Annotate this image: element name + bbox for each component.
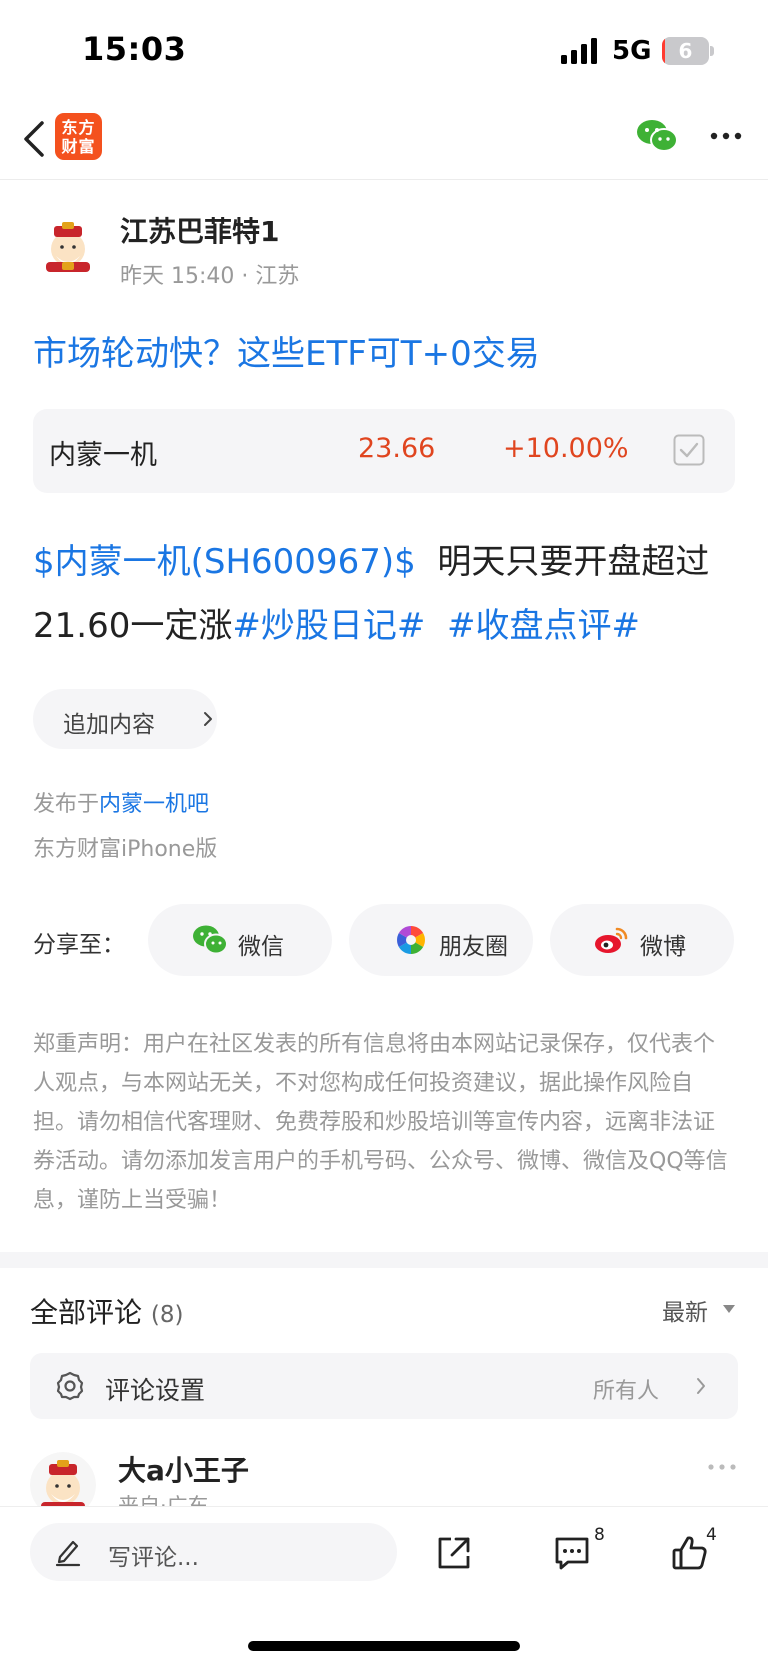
share-wechat-label: 微信 <box>238 934 284 960</box>
commenter-name[interactable]: 大a小王子 <box>118 1449 249 1489</box>
post-platform: 东方财富iPhone版 <box>33 837 218 862</box>
add-content-label: 追加内容 <box>63 712 155 738</box>
wechat-share-icon[interactable] <box>636 118 678 154</box>
share-icon[interactable] <box>434 1533 474 1573</box>
published-prefix: 发布于 <box>33 792 100 817</box>
author-name[interactable]: 江苏巴菲特1 <box>120 210 279 250</box>
pen-icon <box>55 1540 81 1567</box>
post-title[interactable]: 市场轮动快？这些ETF可T+0交易 <box>33 326 540 375</box>
share-wechat-button[interactable]: 微信 <box>148 904 332 976</box>
post-time: 昨天 15:40 <box>120 264 235 289</box>
like-icon[interactable] <box>670 1533 710 1573</box>
add-watchlist-checkbox-icon[interactable] <box>673 434 705 466</box>
nav-bar: 东方财富 <box>0 100 768 180</box>
comment-settings-label: 评论设置 <box>105 1376 206 1405</box>
share-moments-label: 朋友圈 <box>439 934 508 960</box>
post-body: $内蒙一机(SH600967)$ 明天只要开盘超过21.60一定涨#炒股日记# … <box>33 530 748 658</box>
meta-separator: · <box>241 264 256 289</box>
comments-title-label: 全部评论 <box>30 1296 143 1329</box>
author-avatar[interactable] <box>40 218 96 274</box>
home-indicator <box>248 1641 520 1651</box>
battery-icon: 6 <box>662 37 714 65</box>
post-location: 江苏 <box>255 264 300 289</box>
share-label: 分享至： <box>33 932 125 958</box>
stock-bar-link[interactable]: 内蒙一机吧 <box>99 792 209 817</box>
share-moments-button[interactable]: 朋友圈 <box>349 904 533 976</box>
network-type: 5G <box>612 36 652 66</box>
sort-dropdown[interactable]: 最新 <box>662 1293 708 1327</box>
comment-settings-value: 所有人 <box>593 1379 660 1404</box>
section-divider <box>0 1252 768 1268</box>
wechat-icon <box>193 925 228 955</box>
comment-icon[interactable] <box>552 1533 592 1573</box>
comment-input[interactable]: 写评论... <box>30 1523 397 1581</box>
status-time: 15:03 <box>82 30 187 68</box>
caret-down-icon[interactable] <box>722 1304 736 1314</box>
topic-tag-review[interactable]: #收盘点评# <box>447 606 640 646</box>
stock-change: +10.00% <box>503 433 629 464</box>
stock-price: 23.66 <box>358 433 436 464</box>
published-in: 发布于内蒙一机吧 <box>33 786 209 818</box>
comment-count-badge: 8 <box>594 1525 605 1545</box>
status-bar: 15:03 5G 6 <box>0 0 768 100</box>
topic-tag-diary[interactable]: #炒股日记# <box>232 606 425 646</box>
app-logo: 东方财富 <box>55 113 102 160</box>
comment-settings-row[interactable]: 评论设置 所有人 <box>30 1353 738 1419</box>
battery-level: 6 <box>678 39 693 63</box>
stock-name: 内蒙一机 <box>49 440 157 471</box>
chevron-right-icon <box>697 1378 705 1394</box>
weibo-icon <box>595 927 628 953</box>
comment-more-icon[interactable] <box>706 1459 738 1475</box>
share-weibo-button[interactable]: 微博 <box>550 904 734 976</box>
stock-card[interactable]: 内蒙一机 23.66 +10.00% <box>33 409 735 493</box>
chevron-right-icon <box>204 712 212 726</box>
moments-icon <box>397 926 425 954</box>
gear-icon <box>56 1371 84 1401</box>
comment-input-placeholder: 写评论... <box>108 1545 199 1571</box>
comments-count: (8) <box>150 1302 184 1328</box>
disclaimer: 郑重声明：用户在社区发表的所有信息将由本网站记录保存，仅代表个人观点，与本网站无… <box>33 1032 728 1213</box>
stock-link[interactable]: $内蒙一机(SH600967)$ <box>33 542 416 582</box>
more-options-icon[interactable] <box>708 124 744 148</box>
signal-strength-icon <box>561 38 597 64</box>
back-icon[interactable] <box>16 114 56 164</box>
share-weibo-label: 微博 <box>640 934 686 960</box>
bottom-action-bar: 写评论... 8 4 <box>0 1506 768 1663</box>
like-count-badge: 4 <box>706 1525 717 1545</box>
author-meta: 昨天 15:40 · 江苏 <box>120 258 299 290</box>
comments-title: 全部评论 (8) <box>30 1291 184 1331</box>
add-content-button[interactable]: 追加内容 <box>33 689 217 749</box>
